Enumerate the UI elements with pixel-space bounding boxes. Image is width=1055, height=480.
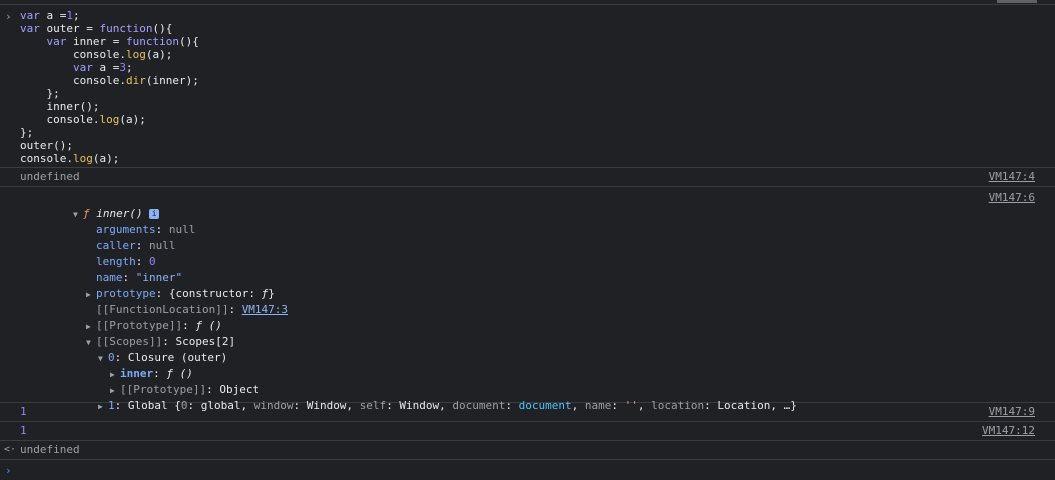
object-tree: ▼ ƒ inner() i arguments: null caller: nul… — [0, 187, 1055, 412]
prop-arguments: arguments: null — [95, 223, 196, 236]
code-token: a = — [99, 61, 120, 74]
code-line: var a =1; — [20, 9, 1055, 22]
console-input-entry[interactable]: › var a =1; var outer = function(){ var i… — [0, 5, 1055, 168]
code-token: function — [99, 22, 153, 35]
output-text: 1 — [20, 424, 27, 437]
code-token: 1 — [66, 9, 73, 22]
prop-name: name: "inner" — [95, 271, 183, 284]
return-arrow-icon: <· — [4, 444, 17, 455]
console-dir-entry: VM147:6 ▼ ƒ inner() i arguments: null cal… — [0, 187, 1055, 412]
code-token: dir — [125, 74, 146, 87]
code-token: (a); — [92, 152, 120, 165]
code-line: }; — [20, 87, 1055, 100]
code-line: var inner = function(){ — [20, 35, 1055, 48]
closure-prototype[interactable]: ▶ [[Prototype]]: Object — [0, 366, 1055, 396]
code-token: function — [125, 35, 179, 48]
code-token: outer = — [46, 22, 100, 35]
code-token: log — [72, 152, 93, 165]
console-return-undefined: <· undefined — [0, 441, 1055, 460]
closure-inner[interactable]: ▶ inner: ƒ () — [0, 350, 1055, 380]
prop-caller: caller: null — [95, 239, 176, 252]
scope-1-global[interactable]: ▶ 1: Global {0: global, window: Window, s… — [0, 382, 1055, 412]
code-token: a = — [46, 9, 67, 22]
code-token: (a); — [145, 48, 173, 61]
code-token: (){ — [152, 22, 173, 35]
code-token: console. — [20, 48, 126, 61]
code-token: (a); — [119, 113, 146, 126]
source-link[interactable]: VM147:4 — [989, 168, 1035, 186]
code-token: 3 — [119, 61, 126, 74]
code-token: (inner); — [145, 74, 199, 87]
code-line: }; — [20, 126, 1055, 139]
source-link[interactable]: VM147:9 — [989, 403, 1035, 421]
code-token: ; — [125, 61, 133, 74]
code-token: log — [125, 48, 146, 61]
code-token: outer(); — [20, 139, 73, 152]
code-block[interactable]: var a =1; var outer = function(){ var inn… — [0, 5, 1055, 167]
prop-scopes[interactable]: ▼ [[Scopes]]: Scopes[2] — [0, 318, 1055, 348]
code-token: inner(); — [20, 100, 100, 113]
scope-0-closure[interactable]: ▼ 0: Closure (outer) — [0, 334, 1055, 364]
code-token: (){ — [178, 35, 199, 48]
code-token: ; — [73, 9, 80, 22]
output-text: undefined — [20, 170, 80, 183]
tree-root-inner[interactable]: ▼ ƒ inner() i — [0, 190, 1055, 220]
code-token: var — [20, 61, 100, 74]
code-line: console.log(a); — [20, 48, 1055, 61]
prop-length: length: 0 — [95, 255, 156, 268]
devtools-console: › var a =1; var outer = function(){ var i… — [0, 0, 1055, 477]
console-log-1: 1 VM147:9 — [0, 403, 1055, 422]
console-prompt[interactable]: › — [0, 460, 1055, 480]
code-line: var a =3; — [20, 61, 1055, 74]
code-token: console. — [20, 113, 100, 126]
console-log-2: 1 VM147:12 — [0, 422, 1055, 441]
code-line: outer(); — [20, 139, 1055, 152]
code-token: var — [20, 9, 47, 22]
code-token: }; — [20, 87, 60, 100]
chevron-right-icon: › — [5, 464, 12, 477]
code-token: }; — [20, 126, 34, 139]
code-token: inner = — [72, 35, 126, 48]
code-token: console. — [20, 152, 73, 165]
code-line: inner(); — [20, 100, 1055, 113]
chevron-right-icon: › — [5, 10, 12, 23]
output-text: undefined — [20, 443, 80, 456]
code-token: var — [20, 35, 73, 48]
code-line: console.dir(inner); — [20, 74, 1055, 87]
code-token: log — [99, 113, 120, 126]
prop-function-location: [[FunctionLocation]]: VM147:3 — [95, 303, 289, 316]
prop-internal-prototype[interactable]: ▶ [[Prototype]]: ƒ () — [0, 302, 1055, 332]
code-token: console. — [20, 74, 126, 87]
source-link[interactable]: VM147:12 — [982, 422, 1035, 440]
code-line: var outer = function(){ — [20, 22, 1055, 35]
code-line: console.log(a); — [20, 152, 1055, 165]
console-output-undefined: undefined VM147:4 — [0, 168, 1055, 187]
code-line: console.log(a); — [20, 113, 1055, 126]
scrollbar-thumb[interactable] — [997, 0, 1037, 3]
prop-prototype[interactable]: ▶ prototype: {constructor: ƒ} — [0, 270, 1055, 300]
output-text: 1 — [20, 405, 27, 418]
code-token: var — [20, 22, 47, 35]
